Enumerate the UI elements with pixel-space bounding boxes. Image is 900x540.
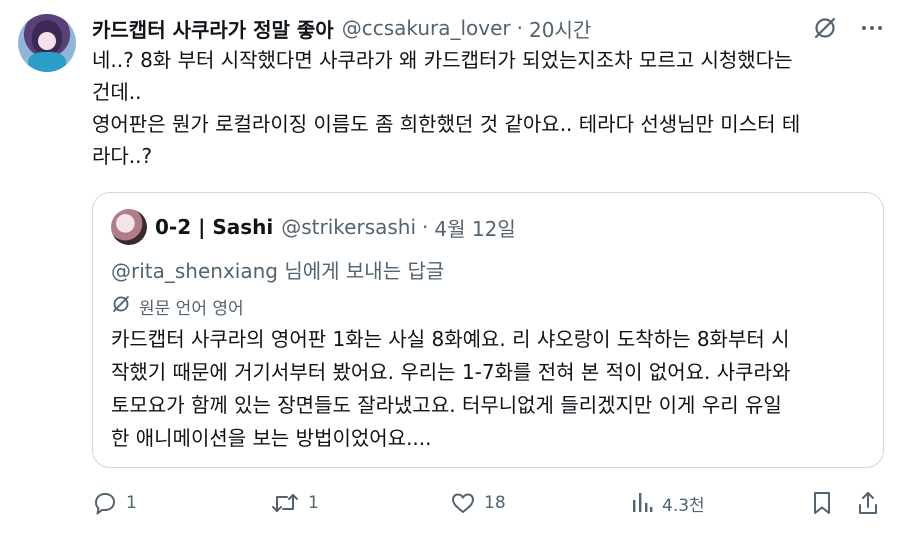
display-name[interactable]: 카드캡터 사쿠라가 정말 좋아: [92, 14, 334, 43]
reply-context: @rita_shenxiang 님에게 보내는 답글: [111, 255, 444, 284]
tweet-text: 네..? 8화 부터 시작했다면 사쿠라가 왜 카드캡터가 되었는지조차 모르고…: [92, 44, 882, 172]
reply-count: 1: [126, 493, 137, 513]
quoted-line: 한 애니메이션을 보는 방법이었어요....: [111, 426, 432, 450]
tweet-header: 카드캡터 사쿠라가 정말 좋아 @ccsakura_lover · 20시간: [92, 14, 591, 42]
quoted-display-name[interactable]: 0-2 | Sashi: [155, 215, 273, 239]
share-icon: [856, 490, 880, 516]
translate-icon[interactable]: [812, 15, 838, 41]
separator-dot: ·: [422, 215, 429, 239]
quoted-line: 카드캡터 사쿠라의 영어판 1화는 사실 8화예요. 리 샤오랑이 도착하는 8…: [111, 327, 790, 351]
bookmark-button[interactable]: [810, 486, 834, 520]
quoted-header: 0-2 | Sashi @strikersashi · 4월 12일: [155, 211, 516, 243]
like-button[interactable]: 18: [450, 486, 506, 520]
repost-count: 1: [308, 493, 319, 513]
separator-dot: ·: [516, 16, 524, 40]
reply-icon: [92, 490, 118, 516]
like-count: 18: [484, 493, 506, 513]
avatar[interactable]: [18, 14, 76, 72]
repost-button[interactable]: 1: [270, 486, 319, 520]
quoted-line: 작했기 때문에 거기서부터 봤어요. 우리는 1-7화를 전혀 본 적이 없어요…: [111, 360, 791, 384]
tweet-line: 라다..?: [92, 144, 153, 168]
tweet-line: 네..? 8화 부터 시작했다면 사쿠라가 왜 카드캡터가 되었는지조차 모르고…: [92, 48, 793, 72]
bookmark-icon: [810, 490, 834, 516]
timestamp[interactable]: 20시간: [529, 14, 591, 43]
top-actions: [812, 14, 884, 42]
action-bar: 1 1 18 4.3천: [92, 486, 882, 520]
repost-icon: [270, 490, 300, 516]
more-icon[interactable]: [860, 16, 884, 40]
quoted-text: 카드캡터 사쿠라의 영어판 1화는 사실 8화예요. 리 샤오랑이 도착하는 8…: [111, 323, 871, 455]
views-button[interactable]: 4.3천: [630, 486, 705, 520]
translation-notice[interactable]: 원문 언어 영어: [111, 293, 244, 319]
tweet-line: 건데..: [92, 80, 142, 104]
tweet-line: 영어판은 뭔가 로컬라이징 이름도 좀 희한했던 것 같아요.. 테라다 선생님…: [92, 112, 801, 136]
reply-suffix: 님에게 보내는 답글: [277, 259, 445, 283]
avatar-face: [38, 32, 56, 50]
quoted-tweet[interactable]: 0-2 | Sashi @strikersashi · 4월 12일 @rita…: [92, 192, 884, 468]
avatar-body: [28, 52, 66, 72]
quoted-date[interactable]: 4월 12일: [434, 213, 515, 242]
quoted-handle[interactable]: @strikersashi: [281, 215, 416, 239]
reply-button[interactable]: 1: [92, 486, 137, 520]
quoted-avatar[interactable]: [111, 209, 147, 245]
reply-mention[interactable]: @rita_shenxiang: [111, 259, 278, 283]
translate-label: 원문 언어 영어: [139, 298, 244, 319]
like-icon: [450, 490, 476, 516]
quoted-line: 토모요가 함께 있는 장면들도 잘라냈고요. 터무니없게 들리겠지만 이게 우리…: [111, 393, 782, 417]
share-button[interactable]: [856, 486, 880, 520]
translate-icon: [111, 294, 131, 319]
view-count: 4.3천: [662, 495, 705, 516]
views-icon: [630, 490, 654, 516]
handle[interactable]: @ccsakura_lover: [342, 16, 511, 40]
